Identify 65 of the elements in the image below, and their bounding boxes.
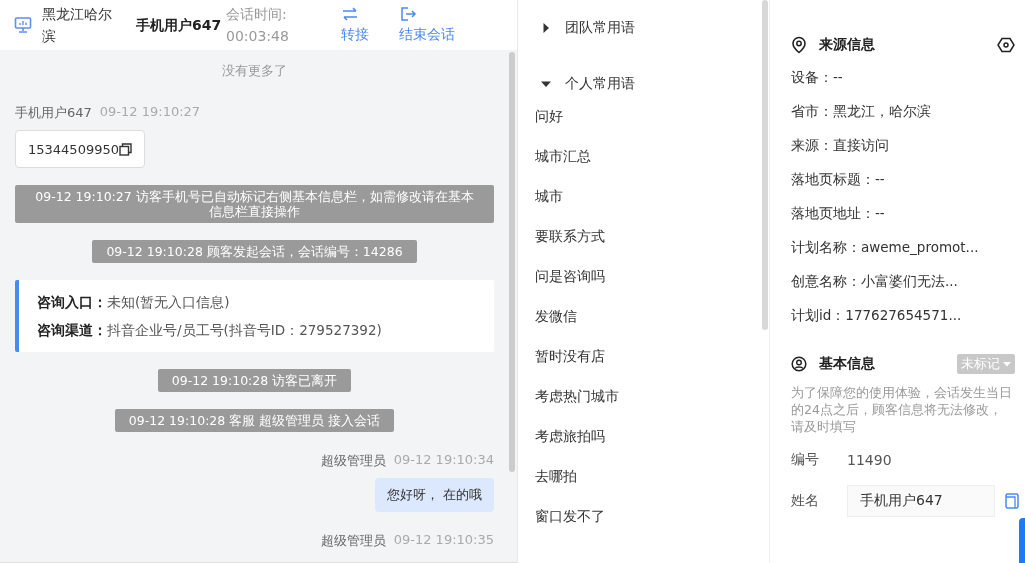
system-notice: 09-12 19:10:27 访客手机号已自动标记右侧基本信息栏，如需修改请在基本信息栏直接操作 — [15, 185, 494, 223]
source-field: 省市：黑龙江，哈尔滨 — [791, 101, 1025, 135]
user-circle-icon — [791, 356, 807, 372]
phrase-item[interactable]: 发微信 — [535, 304, 762, 344]
field-label: 姓名 — [791, 492, 820, 510]
system-notice: 09-12 19:10:28 顾客发起会话，会话编号：14286 — [92, 240, 417, 263]
group-title: 团队常用语 — [565, 19, 635, 37]
phrase-item[interactable]: 考虑热门城市 — [535, 384, 762, 424]
field-label: 编号 — [791, 451, 820, 469]
notice-text: 为了保障您的使用体验，会话发生当日的24点之后，顾客信息将无法修改，请及时填写 — [791, 384, 1013, 435]
scrollbar[interactable] — [509, 52, 515, 472]
message-time: 09-12 19:10:27 — [99, 104, 201, 121]
message-text: 15344509950 — [28, 141, 119, 157]
phrase-item[interactable]: 去哪拍 — [535, 464, 762, 504]
phrase-item[interactable]: 城市 — [535, 184, 762, 224]
info-label: 咨询渠道： — [37, 322, 107, 338]
swap-icon — [341, 6, 359, 22]
info-value: 未知(暂无入口信息) — [107, 294, 230, 310]
phrase-item[interactable]: 窗口发不了 — [535, 504, 762, 544]
location-pin-icon — [791, 36, 807, 54]
copy-icon — [119, 142, 132, 156]
system-notice: 09-12 19:10:28 客服 超级管理员 接入会话 — [114, 409, 395, 432]
user-name: 手机用户647 — [136, 18, 223, 32]
phrase-item[interactable]: 考虑旅拍吗 — [535, 424, 762, 464]
settings-icon[interactable] — [997, 36, 1015, 54]
phrase-item[interactable]: 要联系方式 — [535, 224, 762, 264]
scrollbar[interactable] — [762, 0, 768, 330]
source-field: 落地页地址：-- — [791, 203, 1025, 237]
copy-icon[interactable] — [1005, 493, 1019, 509]
session-time: 00:03:48 — [226, 27, 290, 46]
caret-down-icon — [1003, 361, 1011, 367]
transfer-button[interactable]: 转接 — [341, 6, 369, 44]
sender-name: 手机用户647 — [15, 104, 92, 122]
name-input[interactable]: 手机用户647 — [847, 485, 995, 517]
phrase-group[interactable]: 团队常用语 — [535, 8, 762, 48]
source-field: 计划名称：aweme_promot... — [791, 237, 1025, 271]
section-title: 基本信息 — [819, 355, 876, 373]
source-field: 来源：直接访问 — [791, 135, 1025, 169]
sender-name: 超级管理员 — [320, 532, 386, 550]
end-session-button[interactable]: 结束会话 — [399, 6, 455, 44]
location-text: 黑龙江哈尔滨 — [42, 5, 113, 46]
field-value: 11490 — [847, 452, 892, 468]
message-time: 09-12 19:10:34 — [393, 452, 494, 469]
message-text: 您好呀， 在的哦 — [386, 486, 482, 504]
section-title: 来源信息 — [819, 36, 876, 54]
sender-name: 超级管理员 — [320, 452, 386, 470]
side-tab[interactable] — [1019, 518, 1025, 563]
message-time: 09-12 19:10:35 — [393, 532, 494, 549]
phrase-item[interactable]: 暂时没有店 — [535, 344, 762, 384]
info-label: 咨询入口： — [37, 294, 107, 310]
system-notice: 09-12 19:10:28 访客已离开 — [157, 369, 352, 392]
source-field: 创意名称：小富婆们无法... — [791, 271, 1025, 305]
source-field: 设备：-- — [791, 67, 1025, 101]
phrase-group[interactable]: 个人常用语 — [535, 64, 762, 104]
phrase-item[interactable]: 城市汇总 — [535, 144, 762, 184]
session-label: 会话时间: — [226, 5, 288, 24]
source-field: 落地页标题：-- — [791, 169, 1025, 203]
exit-icon — [399, 6, 417, 22]
phrase-item[interactable]: 问好 — [535, 104, 762, 144]
no-more-text: 没有更多了 — [221, 62, 288, 80]
monitor-icon — [14, 16, 32, 34]
info-value: 抖音企业号/员工号(抖音号ID：279527392) — [107, 322, 382, 338]
source-field: 计划id：177627654571... — [791, 305, 1025, 339]
group-title: 个人常用语 — [565, 75, 635, 93]
phrase-item[interactable]: 问是咨询吗 — [535, 264, 762, 304]
